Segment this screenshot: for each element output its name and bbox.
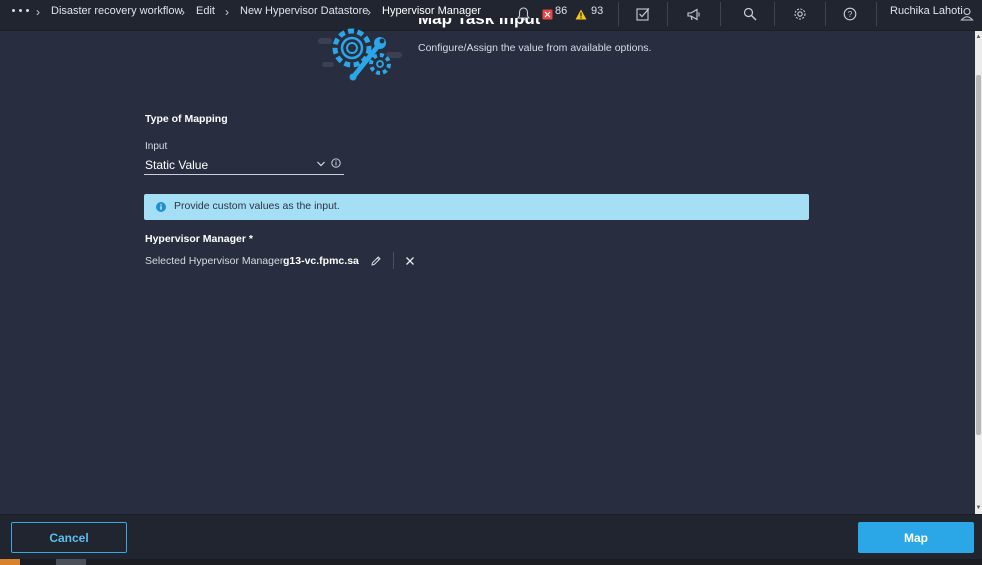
chevron-right-icon: › xyxy=(367,5,371,19)
megaphone-icon[interactable] xyxy=(683,3,705,25)
divider xyxy=(825,2,826,26)
scroll-down-arrow-icon[interactable]: ▼ xyxy=(975,503,982,513)
tasks-checkbox-icon[interactable] xyxy=(632,3,654,25)
map-button[interactable]: Map xyxy=(858,522,974,553)
info-banner-text: Provide custom values as the input. xyxy=(174,200,340,212)
chevron-right-icon: › xyxy=(225,5,229,19)
page-subtitle: Configure/Assign the value from availabl… xyxy=(418,42,652,54)
cancel-button[interactable]: Cancel xyxy=(11,522,127,553)
svg-text:?: ? xyxy=(848,10,853,19)
breadcrumb-hypervisor-manager: Hypervisor Manager xyxy=(382,5,482,17)
divider xyxy=(876,2,877,26)
help-icon[interactable]: ? xyxy=(839,3,861,25)
selected-hypervisor-value: g13-vc.fpmc.sa xyxy=(283,255,359,267)
close-icon[interactable] xyxy=(404,255,416,267)
divider xyxy=(393,252,394,269)
breadcrumb-edit[interactable]: Edit xyxy=(196,5,215,17)
chevron-right-icon: › xyxy=(181,5,185,19)
scrollbar-thumb[interactable] xyxy=(976,75,981,435)
taskbar-app-indicator[interactable] xyxy=(0,559,20,565)
chevron-down-icon xyxy=(317,161,325,167)
selected-hypervisor-label: Selected Hypervisor Manager xyxy=(145,255,284,267)
footer-bar xyxy=(0,514,982,559)
divider xyxy=(720,2,721,26)
input-type-value: Static Value xyxy=(145,157,209,172)
breadcrumb-new-hypervisor-datastore[interactable]: New Hypervisor Datastore xyxy=(240,5,368,17)
input-type-select[interactable]: Static Value xyxy=(144,155,344,175)
divider xyxy=(667,2,668,26)
more-icon[interactable] xyxy=(12,9,32,13)
input-label: Input xyxy=(145,141,168,152)
critical-count: 86 xyxy=(555,5,568,17)
scroll-up-arrow-icon[interactable]: ▲ xyxy=(975,32,982,42)
divider xyxy=(618,2,619,26)
pencil-icon[interactable] xyxy=(370,255,382,267)
warning-count: 93 xyxy=(591,5,604,17)
type-of-mapping-heading: Type of Mapping xyxy=(145,113,228,125)
taskbar-app-indicator[interactable] xyxy=(56,559,86,565)
search-icon[interactable] xyxy=(739,3,761,25)
info-icon[interactable] xyxy=(331,158,341,168)
divider xyxy=(774,2,775,26)
warning-icon[interactable] xyxy=(570,3,592,25)
breadcrumb-disaster-recovery[interactable]: Disaster recovery workflow xyxy=(51,5,182,17)
hypervisor-manager-label: Hypervisor Manager * xyxy=(145,233,253,245)
wrench-gear-illustration-icon xyxy=(318,26,404,86)
taskbar xyxy=(0,559,982,565)
info-banner: Provide custom values as the input. xyxy=(144,194,809,220)
info-icon xyxy=(156,202,166,212)
user-name[interactable]: Ruchika Lahoti xyxy=(890,5,963,17)
gear-icon[interactable] xyxy=(789,3,811,25)
user-icon[interactable] xyxy=(956,3,978,25)
page-title: Map Task Input xyxy=(418,18,541,28)
chevron-right-icon: › xyxy=(36,5,40,19)
